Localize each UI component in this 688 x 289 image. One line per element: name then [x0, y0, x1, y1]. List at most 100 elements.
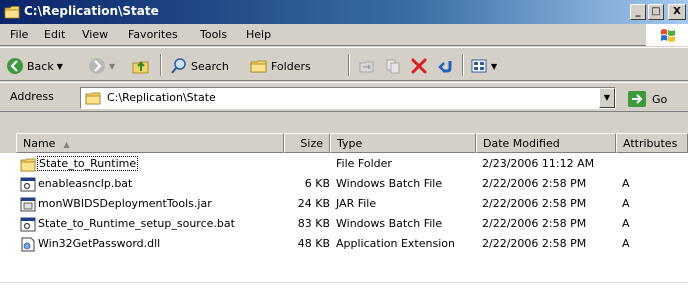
window-title: C:\Replication\State [24, 4, 159, 18]
views-icon [471, 59, 487, 73]
file-date: 2/23/2006 11:12 AM [482, 157, 595, 170]
file-name[interactable]: State_to_Runtime [36, 156, 139, 171]
file-type: JAR File [336, 197, 377, 210]
back-dropdown-icon[interactable]: ▼ [57, 62, 63, 71]
toolbar-separator [462, 54, 464, 76]
file-type: File Folder [336, 157, 392, 170]
close-button[interactable]: X [668, 4, 686, 20]
up-folder-icon [132, 61, 149, 74]
windows-flag-icon [661, 29, 675, 42]
back-button[interactable]: Back ▼ [6, 55, 63, 77]
jar-file-icon [20, 197, 36, 212]
up-button[interactable] [132, 55, 150, 77]
column-header-date[interactable]: Date Modified [476, 133, 616, 153]
file-attributes: A [622, 237, 630, 250]
forward-arrow-icon [89, 58, 105, 74]
move-to-button[interactable] [358, 55, 376, 77]
menu-edit[interactable]: Edit [44, 28, 65, 41]
status-area [0, 282, 688, 289]
address-label: Address [10, 90, 54, 103]
table-row[interactable]: enableasnclp.bat 6 KB Windows Batch File… [16, 175, 688, 194]
toolbar-separator [160, 54, 162, 76]
file-date: 2/22/2006 2:58 PM [482, 217, 587, 230]
file-name[interactable]: enableasnclp.bat [38, 177, 132, 190]
file-type: Windows Batch File [336, 217, 443, 230]
batch-file-icon [20, 217, 36, 232]
column-header-attributes[interactable]: Attributes [616, 133, 688, 153]
forward-button[interactable]: ▼ [88, 55, 115, 77]
menu-favorites[interactable]: Favorites [128, 28, 178, 41]
forward-dropdown-icon[interactable]: ▼ [109, 62, 115, 71]
sort-ascending-icon: ▲ [63, 140, 70, 149]
table-row[interactable]: Win32GetPassword.dll 48 KB Application E… [16, 235, 688, 254]
file-attributes: A [622, 197, 630, 210]
address-input[interactable]: C:\Replication\State ▼ [80, 87, 616, 109]
explorer-window: C:\Replication\State _ □ X File Edit Vie… [0, 0, 688, 289]
go-button[interactable]: Go [628, 90, 667, 108]
delete-button[interactable] [410, 55, 428, 77]
file-date: 2/22/2006 2:58 PM [482, 197, 587, 210]
folders-button[interactable]: Folders [250, 55, 311, 77]
windows-logo [646, 24, 688, 46]
file-name[interactable]: Win32GetPassword.dll [38, 237, 160, 250]
menu-bar: File Edit View Favorites Tools Help [0, 24, 688, 46]
title-bar[interactable]: C:\Replication\State _ □ X [0, 0, 688, 24]
address-value: C:\Replication\State [107, 91, 216, 104]
standard-toolbar: Back ▼ ▼ Search Folders ▼ [0, 47, 688, 81]
table-row[interactable]: monWBIDSDeploymentTools.jar 24 KB JAR Fi… [16, 195, 688, 214]
minimize-button[interactable]: _ [630, 4, 646, 20]
back-arrow-icon [7, 58, 23, 74]
column-name-label: Name [23, 137, 56, 150]
maximize-button[interactable]: □ [648, 4, 664, 20]
file-attributes: A [622, 217, 630, 230]
copy-to-button[interactable] [384, 55, 402, 77]
table-row[interactable]: State_to_Runtime_setup_source.bat 83 KB … [16, 215, 688, 234]
column-date-label: Date Modified [483, 137, 560, 150]
file-name[interactable]: monWBIDSDeploymentTools.jar [38, 197, 212, 210]
column-size-label: Size [300, 137, 323, 150]
views-button[interactable]: ▼ [470, 55, 497, 77]
dll-file-icon [21, 237, 35, 252]
search-icon [171, 58, 186, 74]
folders-label: Folders [271, 59, 311, 73]
address-bar: Address C:\Replication\State ▼ Go [0, 82, 688, 112]
go-label: Go [652, 92, 668, 106]
back-label: Back [27, 59, 54, 73]
column-attributes-label: Attributes [623, 137, 678, 150]
file-name[interactable]: State_to_Runtime_setup_source.bat [38, 217, 235, 230]
toolbar-separator [348, 54, 350, 76]
menu-help[interactable]: Help [246, 28, 271, 41]
file-type: Windows Batch File [336, 177, 443, 190]
search-label: Search [191, 59, 229, 73]
folders-icon [250, 60, 267, 73]
go-arrow-icon [628, 91, 646, 107]
column-header-type[interactable]: Type [330, 133, 476, 153]
menu-view[interactable]: View [82, 28, 108, 41]
address-dropdown-button[interactable]: ▼ [599, 88, 615, 108]
file-size: 6 KB [304, 177, 330, 190]
list-header: Name ▲ Size Type Date Modified Attributes [0, 133, 688, 153]
menu-tools[interactable]: Tools [200, 28, 227, 41]
delete-icon [411, 58, 427, 74]
column-type-label: Type [337, 137, 363, 150]
undo-button[interactable] [436, 55, 454, 77]
file-attributes: A [622, 177, 630, 190]
views-dropdown-icon[interactable]: ▼ [491, 62, 497, 71]
file-size: 83 KB [297, 217, 330, 230]
table-row[interactable]: State_to_Runtime File Folder 2/23/2006 1… [16, 155, 688, 174]
file-size: 48 KB [297, 237, 330, 250]
copy-to-icon [386, 59, 400, 74]
undo-icon [438, 61, 452, 73]
search-button[interactable]: Search [170, 55, 229, 77]
file-size: 24 KB [297, 197, 330, 210]
move-to-icon [359, 61, 374, 73]
folder-icon [85, 92, 101, 105]
menu-file[interactable]: File [10, 28, 28, 41]
folder-icon [20, 158, 36, 172]
batch-file-icon [20, 177, 36, 192]
column-header-name[interactable]: Name ▲ [16, 133, 284, 153]
file-date: 2/22/2006 2:58 PM [482, 237, 587, 250]
file-type: Application Extension [336, 237, 455, 250]
file-date: 2/22/2006 2:58 PM [482, 177, 587, 190]
column-header-size[interactable]: Size [284, 133, 330, 153]
